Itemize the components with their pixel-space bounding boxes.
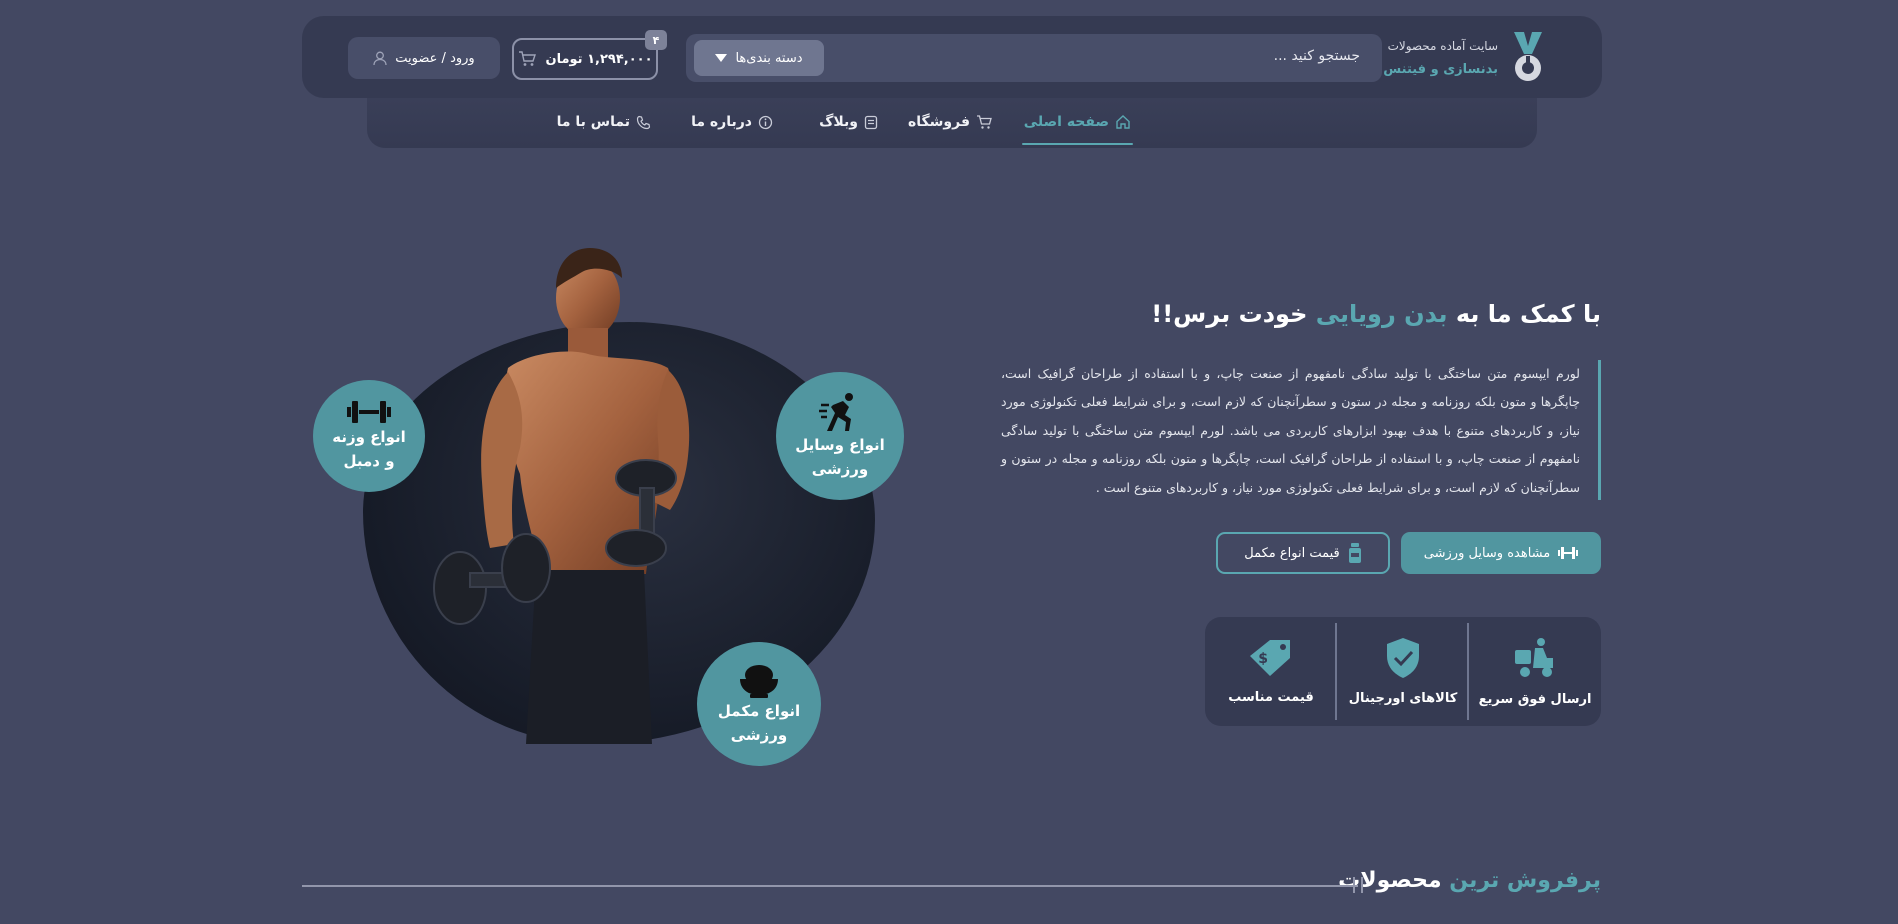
feature-label: ارسال فوق سریع (1478, 692, 1592, 707)
info-icon (758, 115, 773, 129)
hero-description: لورم ایپسوم متن ساختگی با تولید سادگی نا… (1001, 360, 1601, 500)
hero-paragraph: لورم ایپسوم متن ساختگی با تولید سادگی نا… (1001, 366, 1580, 495)
nav-item-label: درباره ما (691, 114, 752, 130)
nav-item-contact[interactable]: تماس با ما (557, 110, 651, 134)
section-divider-line (302, 885, 1358, 887)
circle-label: انواع وزنه و دمبل (332, 428, 406, 470)
weights-category-circle[interactable]: انواع وزنه و دمبل (313, 380, 425, 492)
hero-title-part1: با کمک ما به (1447, 300, 1601, 328)
dumbbell-icon (1558, 547, 1579, 559)
bowl-icon (740, 665, 778, 698)
view-equipment-button[interactable]: مشاهده وسایل ورزشی (1401, 532, 1601, 574)
brand[interactable]: سایت آماده محصولات بدنسازی و فیتنس (1383, 34, 1498, 82)
feature-fair-price: $ قیمت مناسب (1205, 617, 1337, 726)
feature-fast-delivery: ارسال فوق سریع (1469, 617, 1601, 726)
hero-title-highlight: بدن رویایی (1315, 300, 1448, 328)
button-label: مشاهده وسایل ورزشی (1423, 545, 1551, 561)
categories-dropdown[interactable]: دسته بندی‌ها (694, 40, 824, 76)
feature-label: قیمت مناسب (1228, 690, 1314, 705)
button-label: قیمت انواع مکمل (1244, 545, 1340, 561)
brand-subtitle: سایت آماده محصولات (1387, 39, 1498, 53)
price-tag-icon: $ (1250, 640, 1290, 676)
cart-icon (977, 114, 992, 129)
features-panel: ارسال فوق سریع کالاهای اورجینال $ قیمت م… (1205, 617, 1601, 726)
supplement-prices-button[interactable]: قیمت انواع مکمل (1216, 532, 1390, 574)
svg-text:$: $ (1258, 651, 1268, 667)
hero-title: با کمک ما به بدن رویایی خودت برس!! (1151, 300, 1601, 328)
nav-item-about[interactable]: درباره ما (691, 110, 773, 134)
nav-item-shop[interactable]: فروشگاه (908, 110, 992, 134)
search-input[interactable]: جستجو کنید ... (1274, 48, 1360, 64)
hero-title-part2: خودت برس!! (1151, 300, 1316, 328)
circle-label: انواع وسایل ورزشی (795, 436, 885, 478)
medal-logo-icon[interactable] (1508, 32, 1548, 84)
fast-delivery-icon (1515, 638, 1553, 677)
login-button[interactable]: ورود / عضویت (348, 37, 500, 79)
blog-icon (864, 115, 878, 129)
nav-item-label: وبلاگ (819, 114, 858, 130)
phone-icon (636, 115, 651, 129)
running-icon (819, 393, 853, 431)
dumbbell-icon (347, 401, 391, 423)
cart-button[interactable]: ۱,۲۹۴,۰۰۰ تومان ۴ (512, 30, 667, 80)
nav-item-label: صفحه اصلی (1023, 114, 1109, 130)
nav-item-label: تماس با ما (556, 114, 630, 130)
home-icon (1116, 115, 1130, 129)
feature-original-goods: کالاهای اورجینال (1337, 617, 1469, 726)
cart-count-badge: ۴ (645, 30, 667, 50)
nav-item-label: فروشگاه (907, 114, 970, 130)
brand-title: بدنسازی و فیتنس (1383, 62, 1498, 77)
supplement-jar-icon (1348, 543, 1361, 563)
circle-label: انواع مکمل ورزشی (717, 702, 801, 744)
categories-label: دسته بندی‌ها (735, 50, 803, 66)
login-label: ورود / عضویت (395, 50, 475, 66)
section-title: پرفروش ترین محصولات (1338, 868, 1601, 893)
user-icon (373, 51, 387, 65)
feature-label: کالاهای اورجینال (1348, 691, 1458, 706)
supplements-category-circle[interactable]: انواع مکمل ورزشی (697, 642, 821, 766)
shield-check-icon (1387, 638, 1419, 678)
section-title-highlight: پرفروش ترین (1449, 868, 1601, 893)
main-nav: صفحه اصلی فروشگاه وبلاگ درباره ما تماس ب… (367, 98, 1537, 148)
search-bar[interactable]: جستجو کنید ... دسته بندی‌ها (686, 34, 1382, 82)
nav-item-blog[interactable]: وبلاگ (819, 110, 878, 134)
equipment-category-circle[interactable]: انواع وسایل ورزشی (776, 372, 904, 500)
nav-item-home[interactable]: صفحه اصلی (1021, 110, 1134, 145)
caret-down-icon (715, 54, 728, 62)
cart-icon (518, 51, 536, 66)
cart-total: ۱,۲۹۴,۰۰۰ تومان (545, 51, 653, 67)
site-header: سایت آماده محصولات بدنسازی و فیتنس جستجو… (302, 16, 1602, 98)
athlete-photo (433, 248, 690, 744)
